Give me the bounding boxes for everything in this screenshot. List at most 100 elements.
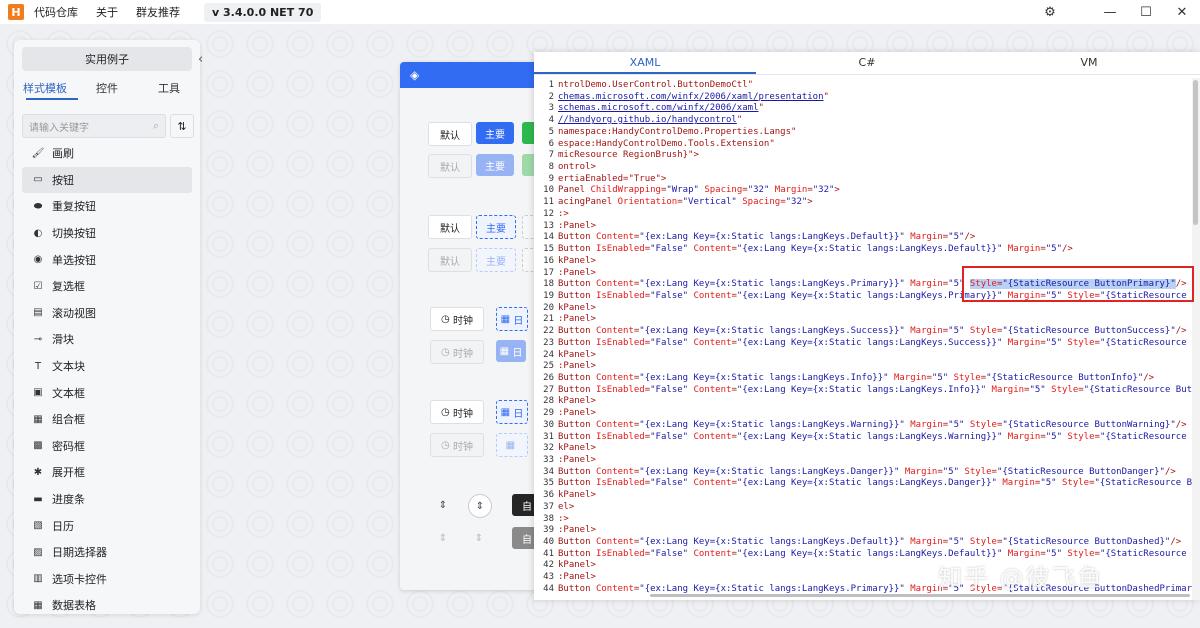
collapse-chevron-icon[interactable]: ‹ bbox=[198, 52, 203, 67]
code-line: 6 espace:HandyControlDemo.Tools.Extension… bbox=[534, 139, 1192, 151]
highlight-annotation-box bbox=[962, 266, 1194, 302]
round-chevron-button[interactable]: ⇕ bbox=[468, 494, 492, 518]
tab-csharp[interactable]: C# bbox=[756, 52, 978, 74]
sidebar-item[interactable]: ▭ 按钮 bbox=[22, 166, 192, 194]
sidebar-item-label: 重复按钮 bbox=[52, 200, 96, 214]
line-text: espace:HandyControlDemo.Tools.Extension" bbox=[558, 138, 775, 149]
sidebar-item[interactable]: ▨ 日期选择器 bbox=[14, 539, 200, 566]
left-nav-panel: 实用例子 样式模板 控件 工具 请输入关键字 ⌕ ⇅ 🖌 画刷 ▭ 按钮 ⬬ 重复按钮 ◐ 切… bbox=[14, 40, 200, 614]
sidebar-item[interactable]: ▦ 数据表格 bbox=[14, 592, 200, 614]
menu-code-repo[interactable]: 代码仓库 bbox=[34, 4, 78, 20]
code-line: 23 Button IsEnabled="False" Content="{ex:… bbox=[534, 338, 1192, 350]
sidebar-item[interactable]: 🖌 画刷 bbox=[14, 140, 200, 167]
sidebar-item[interactable]: ⬬ 重复按钮 bbox=[14, 193, 200, 220]
version-badge: v 3.4.0.0 NET 70 bbox=[204, 2, 322, 22]
code-line: 3 schemas.microsoft.com/winfx/2006/xaml" bbox=[534, 103, 1192, 115]
clock-label: 时钟 bbox=[452, 348, 473, 360]
dashed-default-button[interactable]: 默认 bbox=[428, 215, 472, 239]
search-input[interactable]: 请输入关键字 ⌕ bbox=[22, 114, 166, 138]
sidebar-item[interactable]: ▬ 进度条 bbox=[14, 486, 200, 513]
line-number: 12 bbox=[543, 208, 554, 219]
sidebar-item[interactable]: ☑ 复选框 bbox=[14, 273, 200, 300]
code-line: 8 ontrol> bbox=[534, 162, 1192, 174]
line-number: 16 bbox=[543, 255, 554, 266]
sidebar-item[interactable]: ◐ 切换按钮 bbox=[14, 220, 200, 247]
sidebar-item[interactable]: ▣ 文本框 bbox=[14, 379, 200, 406]
tab-style-templates[interactable]: 样式模板 bbox=[14, 80, 76, 98]
clock-label: 时钟 bbox=[452, 441, 473, 453]
line-number: 25 bbox=[543, 361, 554, 372]
sidebar-item[interactable]: ▩ 密码框 bbox=[14, 433, 200, 460]
default-button[interactable]: 默认 bbox=[428, 122, 472, 146]
code-line: 11 acingPanel Orientation="Vertical" Spac… bbox=[534, 197, 1192, 209]
clock-icon: ◷ bbox=[441, 439, 453, 451]
calendar-icon: ▧ bbox=[33, 520, 43, 532]
sidebar-item[interactable]: ▥ 选项卡控件 bbox=[14, 566, 200, 593]
calendar-button-disabled: ▦ 日 bbox=[496, 340, 526, 362]
examples-button[interactable]: 实用例子 bbox=[22, 47, 192, 71]
progressbar-icon: ▬ bbox=[33, 493, 43, 505]
sidebar-item-label: 选项卡控件 bbox=[52, 572, 107, 586]
clock-button-2[interactable]: ◷ 时钟 bbox=[430, 400, 484, 424]
line-text: :Panel> bbox=[558, 267, 596, 278]
slider-icon: ⊸ bbox=[33, 333, 43, 345]
sidebar-item-label: 密码框 bbox=[52, 439, 85, 453]
close-button[interactable]: ✕ bbox=[1164, 0, 1200, 24]
menu-about[interactable]: 关于 bbox=[96, 4, 118, 20]
sidebar-item[interactable]: ▧ 日历 bbox=[14, 512, 200, 539]
calendar-label: 日 bbox=[513, 315, 524, 327]
line-text: Button Content="{ex:Lang Key={x:Static l… bbox=[558, 372, 1155, 383]
calendar-icon: ▦ bbox=[499, 345, 513, 357]
line-text: Button Content="{ex:Lang Key={x:Static l… bbox=[558, 537, 1182, 548]
tab-controls[interactable]: 控件 bbox=[76, 80, 138, 98]
line-number: 33 bbox=[543, 455, 554, 465]
sidebar-item-label: 画刷 bbox=[52, 147, 74, 161]
radio-icon: ◉ bbox=[33, 254, 43, 266]
code-line: 14 Button Content="{ex:Lang Key={x:Static… bbox=[534, 232, 1192, 244]
maximize-button[interactable]: ☐ bbox=[1128, 0, 1164, 24]
calendar-button-2[interactable]: ▦ 日 bbox=[496, 400, 528, 424]
sidebar-item[interactable]: ✱ 展开框 bbox=[14, 459, 200, 486]
code-tab-indicator bbox=[534, 72, 756, 74]
line-number: 17 bbox=[543, 267, 554, 278]
sidebar-item[interactable]: ▦ 组合框 bbox=[14, 406, 200, 433]
line-number: 14 bbox=[543, 232, 554, 243]
dashed-primary-button[interactable]: 主要 bbox=[476, 215, 516, 239]
settings-gear-icon[interactable]: ⚙ bbox=[1032, 0, 1068, 24]
line-text: kPanel> bbox=[558, 490, 596, 501]
vertical-scrollbar[interactable] bbox=[1192, 78, 1200, 600]
primary-button[interactable]: 主要 bbox=[476, 122, 514, 144]
sidebar-item[interactable]: ⊸ 滑块 bbox=[14, 326, 200, 353]
code-line: 35 Button IsEnabled="False" Content="{ex:… bbox=[534, 478, 1192, 490]
code-line: 15 Button IsEnabled="False" Content="{ex:… bbox=[534, 244, 1192, 256]
horizontal-scrollbar[interactable] bbox=[650, 594, 1190, 597]
chevron-updown-disabled-icon: ⇕ bbox=[438, 532, 448, 544]
line-text: Button IsEnabled="False" Content="{ex:La… bbox=[558, 478, 1192, 489]
line-text: kPanel> bbox=[558, 560, 596, 571]
sidebar-item[interactable]: ▤ 滚动视图 bbox=[14, 300, 200, 327]
code-line: 24 kPanel> bbox=[534, 350, 1192, 362]
sidebar-item[interactable]: ◉ 单选按钮 bbox=[14, 246, 200, 273]
calendar-button[interactable]: ▦ 日 bbox=[496, 307, 528, 331]
line-number: 37 bbox=[543, 501, 554, 512]
sidebar-item-label: 文本框 bbox=[52, 386, 85, 400]
sort-button[interactable]: ⇅ bbox=[170, 114, 194, 138]
line-number: 44 bbox=[543, 583, 554, 594]
line-text: Button IsEnabled="False" Content="{ex:La… bbox=[558, 337, 1187, 348]
code-lines[interactable]: 1 ntrolDemo.UserControl.ButtonDemoCtl" 2 ch… bbox=[534, 80, 1192, 596]
sidebar-item-label: 按钮 bbox=[52, 173, 74, 187]
line-number: 3 bbox=[548, 103, 554, 114]
scrollbar-thumb[interactable] bbox=[1193, 80, 1198, 225]
minimize-button[interactable]: — bbox=[1092, 0, 1128, 24]
clock-button[interactable]: ◷ 时钟 bbox=[430, 307, 484, 331]
chevron-updown-icon[interactable]: ⇕ bbox=[432, 494, 454, 516]
line-number: 31 bbox=[543, 431, 554, 442]
line-text: kPanel> bbox=[558, 255, 596, 266]
line-text: kPanel> bbox=[558, 302, 596, 313]
tab-xaml[interactable]: XAML bbox=[534, 52, 756, 74]
sidebar-item[interactable]: T 文本块 bbox=[14, 353, 200, 380]
tab-vm[interactable]: VM bbox=[978, 52, 1200, 74]
line-number: 28 bbox=[543, 396, 554, 407]
tab-tools[interactable]: 工具 bbox=[138, 80, 200, 98]
menu-group-recommend[interactable]: 群友推荐 bbox=[136, 4, 180, 20]
